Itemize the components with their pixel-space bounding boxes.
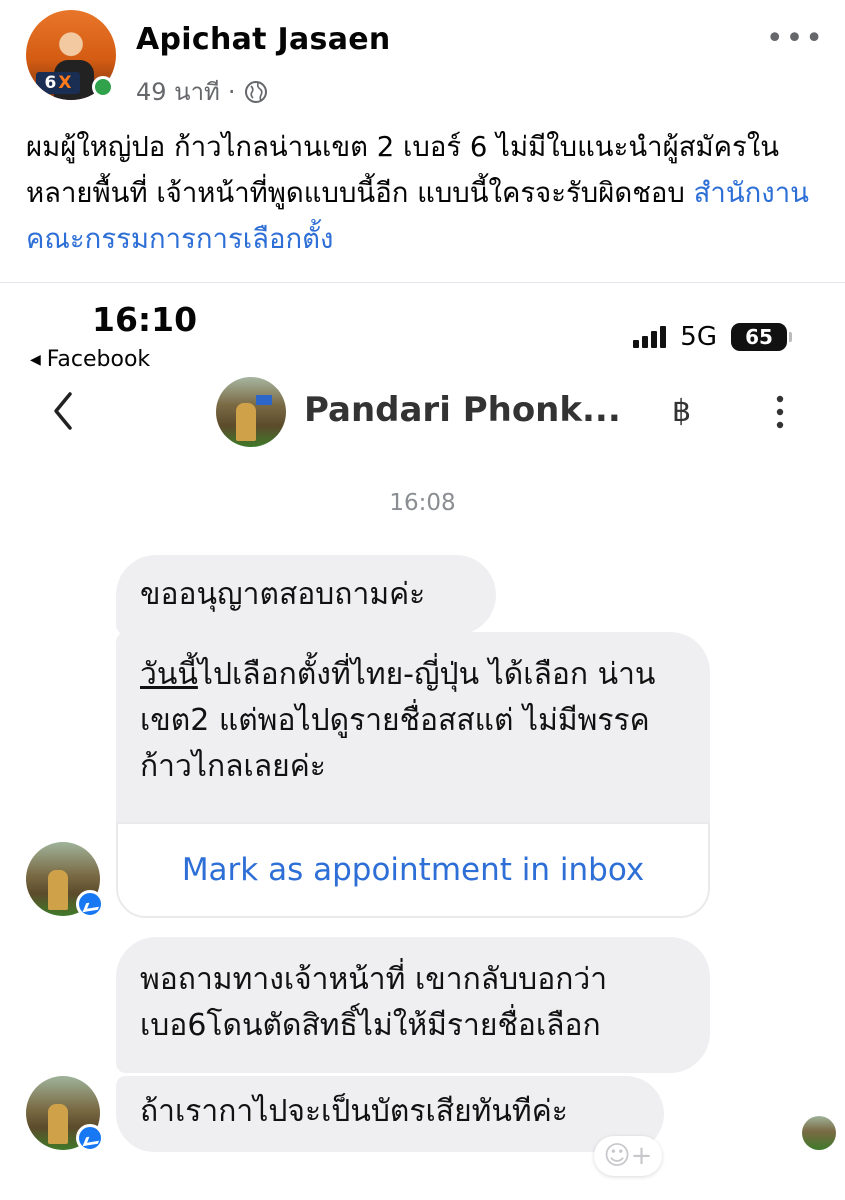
seen-indicator-avatar bbox=[802, 1116, 836, 1150]
message-text: ขออนุญาตสอบถามค่ะ bbox=[140, 577, 426, 612]
contact-avatar[interactable] bbox=[216, 377, 286, 447]
online-status-dot bbox=[92, 76, 114, 98]
badge-x: X bbox=[58, 73, 72, 93]
avatar-number-badge: 6X bbox=[36, 72, 80, 94]
message-bubble[interactable]: ขออนุญาตสอบถามค่ะ bbox=[116, 555, 496, 635]
post-header: 6X Apichat Jasaen 49 นาที · ••• bbox=[26, 10, 825, 110]
post-text: ผมผู้ใหญ่ปอ ก้าวไกลน่านเขต 2 เบอร์ 6 ไม่… bbox=[26, 124, 816, 262]
sender-avatar[interactable] bbox=[26, 1076, 104, 1152]
chevron-left-icon[interactable] bbox=[48, 388, 78, 434]
author-name[interactable]: Apichat Jasaen bbox=[136, 22, 391, 57]
avatar-flag bbox=[256, 395, 272, 405]
mark-appointment-button[interactable]: Mark as appointment in inbox bbox=[116, 822, 710, 918]
sender-avatar[interactable] bbox=[26, 842, 104, 918]
message-text: ไปเลือกตั้งที่ไทย-ญี่ปุ่น ได้เลือก น่านเ… bbox=[140, 657, 656, 784]
messenger-badge-icon bbox=[76, 1124, 104, 1152]
globe-icon bbox=[244, 80, 267, 103]
message-bubble[interactable]: พอถามทางเจ้าหน้าที่ เขากลับบอกว่า เบอ6โด… bbox=[116, 937, 710, 1073]
back-to-app[interactable]: ◀ Facebook bbox=[30, 347, 150, 372]
message-timestamp: 16:08 bbox=[389, 490, 456, 516]
underlined-word: วันนี้ bbox=[140, 657, 198, 692]
avatar-figure bbox=[48, 870, 68, 910]
messenger-badge-icon bbox=[76, 890, 104, 918]
post-time[interactable]: 49 นาที bbox=[136, 72, 220, 111]
back-app-label: Facebook bbox=[46, 347, 151, 372]
facebook-post: 6X Apichat Jasaen 49 นาที · ••• ผมผู้ใหญ… bbox=[0, 0, 845, 1200]
signal-icon bbox=[633, 326, 667, 348]
message-text: ถ้าเรากาไปจะเป็นบัตรเสียทันทีค่ะ bbox=[140, 1094, 568, 1129]
message-bubble[interactable]: ถ้าเรากาไปจะเป็นบัตรเสียทันทีค่ะ bbox=[116, 1076, 664, 1152]
status-indicators: 5G 65 bbox=[633, 322, 792, 352]
divider bbox=[0, 282, 845, 283]
more-vertical-icon[interactable] bbox=[770, 394, 790, 430]
network-label: 5G bbox=[680, 322, 717, 352]
avatar-figure bbox=[236, 403, 256, 441]
baht-payment-icon[interactable]: ฿ bbox=[672, 394, 691, 429]
more-options-icon[interactable]: ••• bbox=[766, 24, 825, 54]
contact-name[interactable]: Pandari Phonk... bbox=[304, 390, 621, 430]
battery-icon: 65 bbox=[731, 323, 792, 351]
message-text: พอถามทางเจ้าหน้าที่ เขากลับบอกว่า เบอ6โด… bbox=[140, 962, 608, 1043]
status-bar-time: 16:10 bbox=[92, 300, 198, 339]
message-bubble[interactable]: วันนี้ไปเลือกตั้งที่ไทย-ญี่ปุ่น ได้เลือก… bbox=[116, 632, 710, 824]
meta-separator: · bbox=[227, 77, 236, 106]
avatar-figure bbox=[48, 1104, 68, 1144]
badge-number: 6 bbox=[44, 73, 57, 93]
post-body: ผมผู้ใหญ่ปอ ก้าวไกลน่านเขต 2 เบอร์ 6 ไม่… bbox=[26, 131, 780, 209]
back-triangle-icon: ◀ bbox=[30, 351, 41, 368]
add-reaction-button[interactable]: ☺+ bbox=[594, 1136, 662, 1176]
post-meta: 49 นาที · bbox=[136, 72, 268, 111]
